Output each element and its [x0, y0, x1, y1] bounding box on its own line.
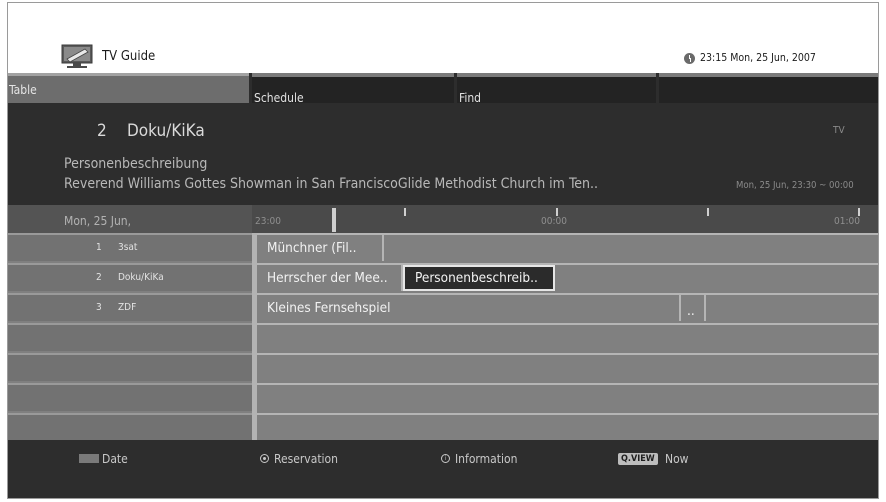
time-tick: [556, 208, 558, 216]
program-row: [252, 353, 878, 381]
tv-guide-screen: TV Guide 23:15 Mon, 25 Jun, 2007 Table S…: [7, 2, 879, 499]
program-cell-selected[interactable]: Personenbeschreib..: [403, 265, 555, 291]
channel-number: 3: [96, 302, 102, 313]
program-cell[interactable]: Kleines Fernsehspiel: [257, 295, 681, 321]
tab-label: Table: [9, 83, 37, 97]
grid-divider: [252, 233, 257, 440]
grey-button-icon: [79, 454, 99, 463]
time-label: 01:00: [834, 216, 860, 227]
program-cell[interactable]: [384, 235, 878, 261]
tab-table[interactable]: Table: [8, 73, 249, 103]
channel-row: 3 ZDF Kleines Fernsehspiel ..: [8, 293, 878, 321]
tv-guide-logo-icon: [61, 44, 93, 68]
program-row: [252, 323, 878, 351]
program-row: Kleines Fernsehspiel ..: [252, 293, 878, 321]
program-description: Reverend Williams Gottes Showman in San …: [64, 176, 598, 192]
channel-number: 2: [97, 121, 107, 141]
program-title: Personenbeschreibung: [64, 156, 208, 172]
program-row: Münchner (Fil..: [252, 233, 878, 261]
tab-find[interactable]: Find: [457, 73, 656, 105]
timeline-date: Mon, 25 Jun,: [64, 214, 132, 228]
timeline-date-cell: Mon, 25 Jun,: [8, 205, 252, 233]
tab-schedule[interactable]: Schedule: [252, 73, 454, 105]
tab-empty: [659, 73, 878, 103]
qview-badge: Q.VIEW: [618, 453, 658, 465]
program-row: [252, 413, 878, 440]
info-icon: i: [441, 454, 450, 463]
channel-cell: [8, 413, 252, 440]
channel-row: [8, 383, 878, 411]
channel-row: [8, 353, 878, 381]
page-title: TV Guide: [102, 49, 156, 64]
program-cell[interactable]: [706, 295, 878, 321]
channel-cell[interactable]: 2 Doku/KiKa: [8, 263, 252, 291]
channel-name: Doku/KiKa: [118, 272, 164, 283]
channel-row: 2 Doku/KiKa Herrscher der Mee.. Personen…: [8, 263, 878, 291]
program-cell[interactable]: [555, 265, 878, 291]
program-cell[interactable]: Herrscher der Mee..: [257, 265, 403, 291]
footer-legend: Date Reservation i Information Q.VIEW No…: [8, 440, 878, 498]
channel-cell: [8, 383, 252, 411]
channel-name: 3sat: [118, 242, 138, 253]
channel-number: 2: [96, 272, 102, 283]
current-time-marker: [332, 208, 336, 232]
channel-row: [8, 323, 878, 351]
date-hint[interactable]: Date: [102, 452, 128, 466]
channel-cell[interactable]: 1 3sat: [8, 233, 252, 261]
time-tick: [858, 208, 860, 216]
current-datetime: 23:15 Mon, 25 Jun, 2007: [700, 52, 816, 64]
epg-grid: Mon, 25 Jun, 23:00 00:00 01:00 1 3sat Mü…: [8, 205, 878, 440]
program-row: [252, 383, 878, 411]
channel-name: ZDF: [118, 302, 137, 313]
time-tick: [707, 208, 709, 216]
record-icon: [260, 454, 269, 463]
program-cell[interactable]: ..: [681, 295, 706, 321]
program-info-panel: 2 Doku/KiKa TV Personenbeschreibung Reve…: [8, 103, 878, 205]
time-label: 00:00: [541, 216, 567, 227]
channel-number: 1: [96, 242, 102, 253]
timeline-header: Mon, 25 Jun, 23:00 00:00 01:00: [8, 205, 878, 233]
time-tick: [404, 208, 406, 216]
channel-name: Doku/KiKa: [127, 121, 205, 141]
information-hint[interactable]: Information: [455, 452, 517, 466]
program-row: Herrscher der Mee.. Personenbeschreib..: [252, 263, 878, 291]
reservation-hint[interactable]: Reservation: [274, 452, 338, 466]
channel-cell[interactable]: 3 ZDF: [8, 293, 252, 321]
clock-icon: [684, 53, 695, 64]
channel-cell: [8, 323, 252, 351]
program-time: Mon, 25 Jun, 23:30 ~ 00:00: [736, 180, 854, 191]
header: TV Guide 23:15 Mon, 25 Jun, 2007: [8, 3, 878, 73]
program-cell[interactable]: Münchner (Fil..: [257, 235, 384, 261]
channel-cell: [8, 353, 252, 381]
source-label: TV: [833, 125, 845, 136]
time-label: 23:00: [255, 216, 281, 227]
channel-row: [8, 413, 878, 440]
tab-bar: Table Schedule Find: [8, 73, 878, 105]
now-hint[interactable]: Now: [665, 452, 689, 466]
channel-row: 1 3sat Münchner (Fil..: [8, 233, 878, 261]
